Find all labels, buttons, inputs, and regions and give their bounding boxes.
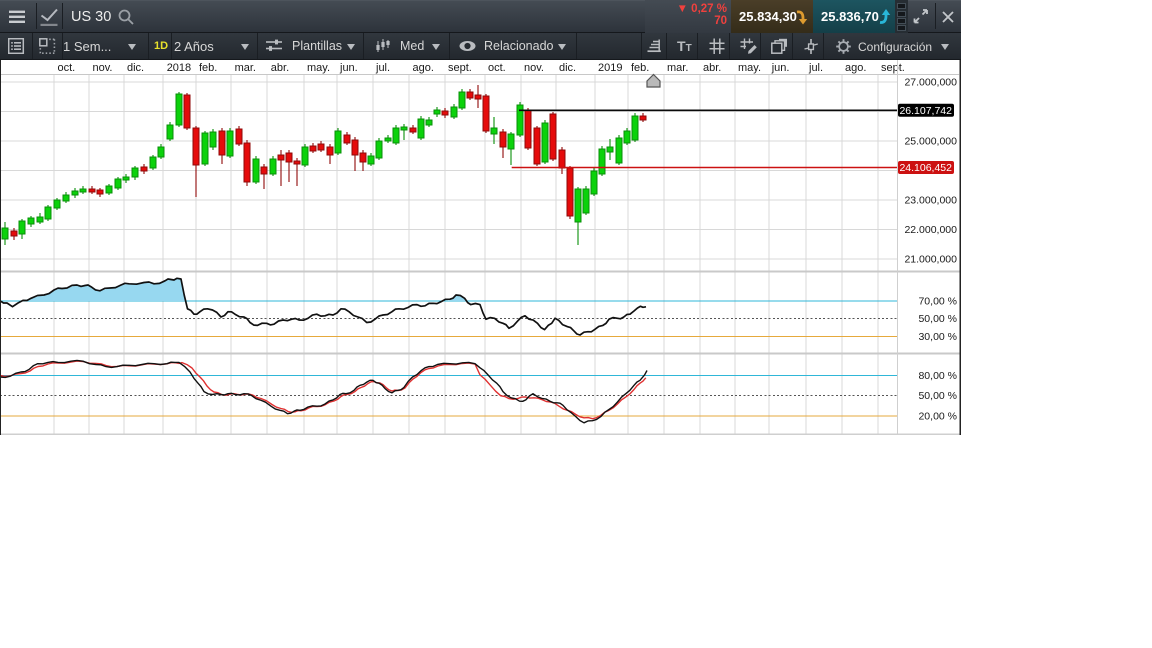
svg-text:25.000,000: 25.000,000 bbox=[904, 136, 957, 148]
svg-text:feb.: feb. bbox=[631, 62, 649, 74]
svg-text:jul.: jul. bbox=[808, 62, 823, 74]
svg-text:may.: may. bbox=[738, 62, 761, 74]
svg-text:50,00 %: 50,00 % bbox=[918, 390, 957, 402]
svg-text:27.000,000: 27.000,000 bbox=[904, 77, 957, 89]
svg-text:jun.: jun. bbox=[771, 62, 790, 74]
svg-text:23.000,000: 23.000,000 bbox=[904, 195, 957, 207]
svg-text:oct.: oct. bbox=[58, 62, 76, 74]
svg-text:sept.: sept. bbox=[881, 62, 905, 74]
svg-text:50,00 %: 50,00 % bbox=[918, 313, 957, 325]
svg-text:24.106,452: 24.106,452 bbox=[899, 162, 952, 174]
svg-text:20,00 %: 20,00 % bbox=[918, 411, 957, 423]
svg-text:feb.: feb. bbox=[199, 62, 217, 74]
svg-text:abr.: abr. bbox=[703, 62, 721, 74]
svg-text:jun.: jun. bbox=[339, 62, 358, 74]
svg-text:22.000,000: 22.000,000 bbox=[904, 224, 957, 236]
svg-text:nov.: nov. bbox=[93, 62, 113, 74]
svg-text:21.000,000: 21.000,000 bbox=[904, 254, 957, 266]
svg-text:80,00 %: 80,00 % bbox=[918, 370, 957, 382]
svg-text:mar.: mar. bbox=[235, 62, 256, 74]
svg-text:oct.: oct. bbox=[488, 62, 506, 74]
svg-text:70,00 %: 70,00 % bbox=[918, 296, 957, 308]
svg-text:ago.: ago. bbox=[413, 62, 434, 74]
svg-text:may.: may. bbox=[307, 62, 330, 74]
svg-text:sept.: sept. bbox=[448, 62, 472, 74]
svg-text:dic.: dic. bbox=[559, 62, 576, 74]
svg-text:26.107,742: 26.107,742 bbox=[899, 105, 952, 117]
svg-text:mar.: mar. bbox=[667, 62, 688, 74]
svg-text:30,00 %: 30,00 % bbox=[918, 331, 957, 343]
svg-text:2018: 2018 bbox=[167, 62, 191, 74]
svg-text:2019: 2019 bbox=[598, 62, 622, 74]
svg-text:dic.: dic. bbox=[127, 62, 144, 74]
svg-text:abr.: abr. bbox=[271, 62, 289, 74]
svg-text:nov.: nov. bbox=[524, 62, 544, 74]
svg-text:jul.: jul. bbox=[375, 62, 390, 74]
svg-text:ago.: ago. bbox=[845, 62, 866, 74]
